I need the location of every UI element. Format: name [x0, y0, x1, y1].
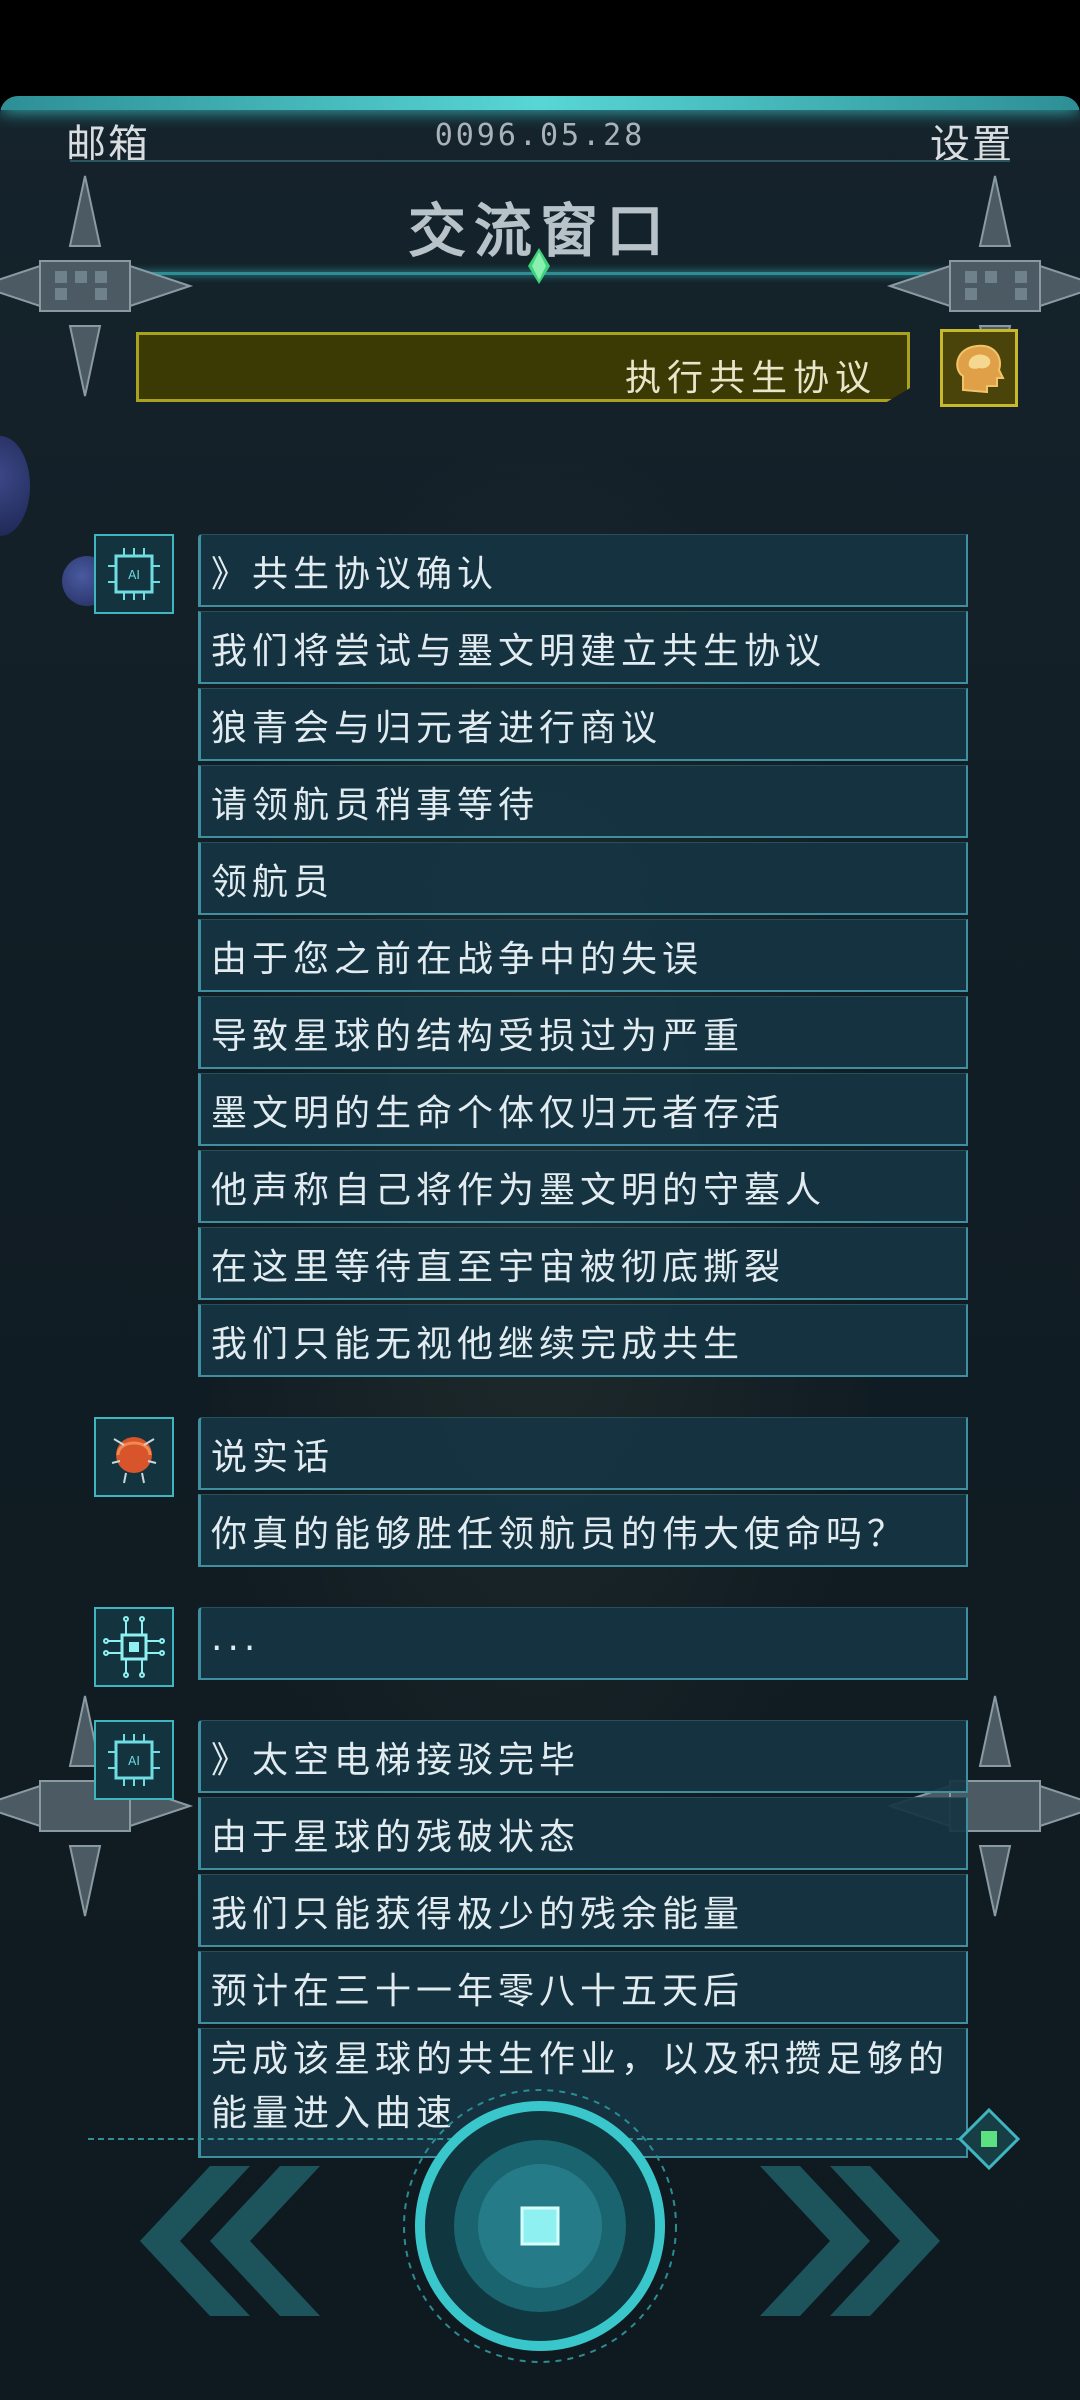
message-line: 墨文明的生命个体仅归元者存活 [198, 1073, 968, 1146]
head-brain-icon [956, 344, 1005, 394]
green-gem-icon [528, 248, 550, 284]
game-date: 0096.05.28 [434, 118, 646, 153]
planet-icon [0, 436, 30, 536]
message-line: 我们只能获得极少的残余能量 [198, 1874, 968, 1947]
green-diamond-icon[interactable] [958, 2108, 1020, 2170]
current-task-bar[interactable]: 执行共生协议 [136, 332, 910, 402]
message-line: 由于星球的残破状态 [198, 1797, 968, 1870]
svg-text:AI: AI [128, 1754, 140, 1768]
message-line: 请领航员稍事等待 [198, 765, 968, 838]
current-task-label: 执行共生协议 [624, 358, 877, 399]
message-line: 他声称自己将作为墨文明的守墓人 [198, 1150, 968, 1223]
svg-text:AI: AI [128, 568, 140, 582]
game-screen: 邮箱 0096.05.28 设置 交流窗口 执行共生协议 AI 》共生协议确认 … [0, 96, 1080, 2400]
stop-icon [520, 2206, 560, 2246]
message-line: 预计在三十一年零八十五天后 [198, 1951, 968, 2024]
message-line: ... [198, 1607, 968, 1680]
message-line: 你真的能够胜任领航员的伟大使命吗？ [198, 1494, 968, 1567]
next-message-button[interactable] [400, 2086, 680, 2366]
message-line: 由于您之前在战争中的失误 [198, 919, 968, 992]
header-divider [70, 160, 1010, 162]
message-line: 在这里等待直至宇宙被彻底撕裂 [198, 1227, 968, 1300]
double-chevron-left-icon[interactable] [100, 2166, 320, 2316]
ai-chip-icon: AI [94, 534, 174, 614]
message-line: 》太空电梯接驳完毕 [198, 1720, 968, 1793]
double-chevron-right-icon[interactable] [760, 2166, 980, 2316]
message-line: 说实话 [198, 1417, 968, 1490]
message-line: 狼青会与归元者进行商议 [198, 688, 968, 761]
message-line: 》共生协议确认 [198, 534, 968, 607]
message-line: 我们只能无视他继续完成共生 [198, 1304, 968, 1377]
advisor-button[interactable] [940, 329, 1018, 407]
ai-chip-icon: AI [94, 1720, 174, 1800]
message-line: 导致星球的结构受损过为严重 [198, 996, 968, 1069]
red-brain-icon [94, 1417, 174, 1497]
message-line: 领航员 [198, 842, 968, 915]
top-frame-glow [0, 96, 1080, 110]
circuit-chip-icon [94, 1607, 174, 1687]
message-line: 我们将尝试与墨文明建立共生协议 [198, 611, 968, 684]
